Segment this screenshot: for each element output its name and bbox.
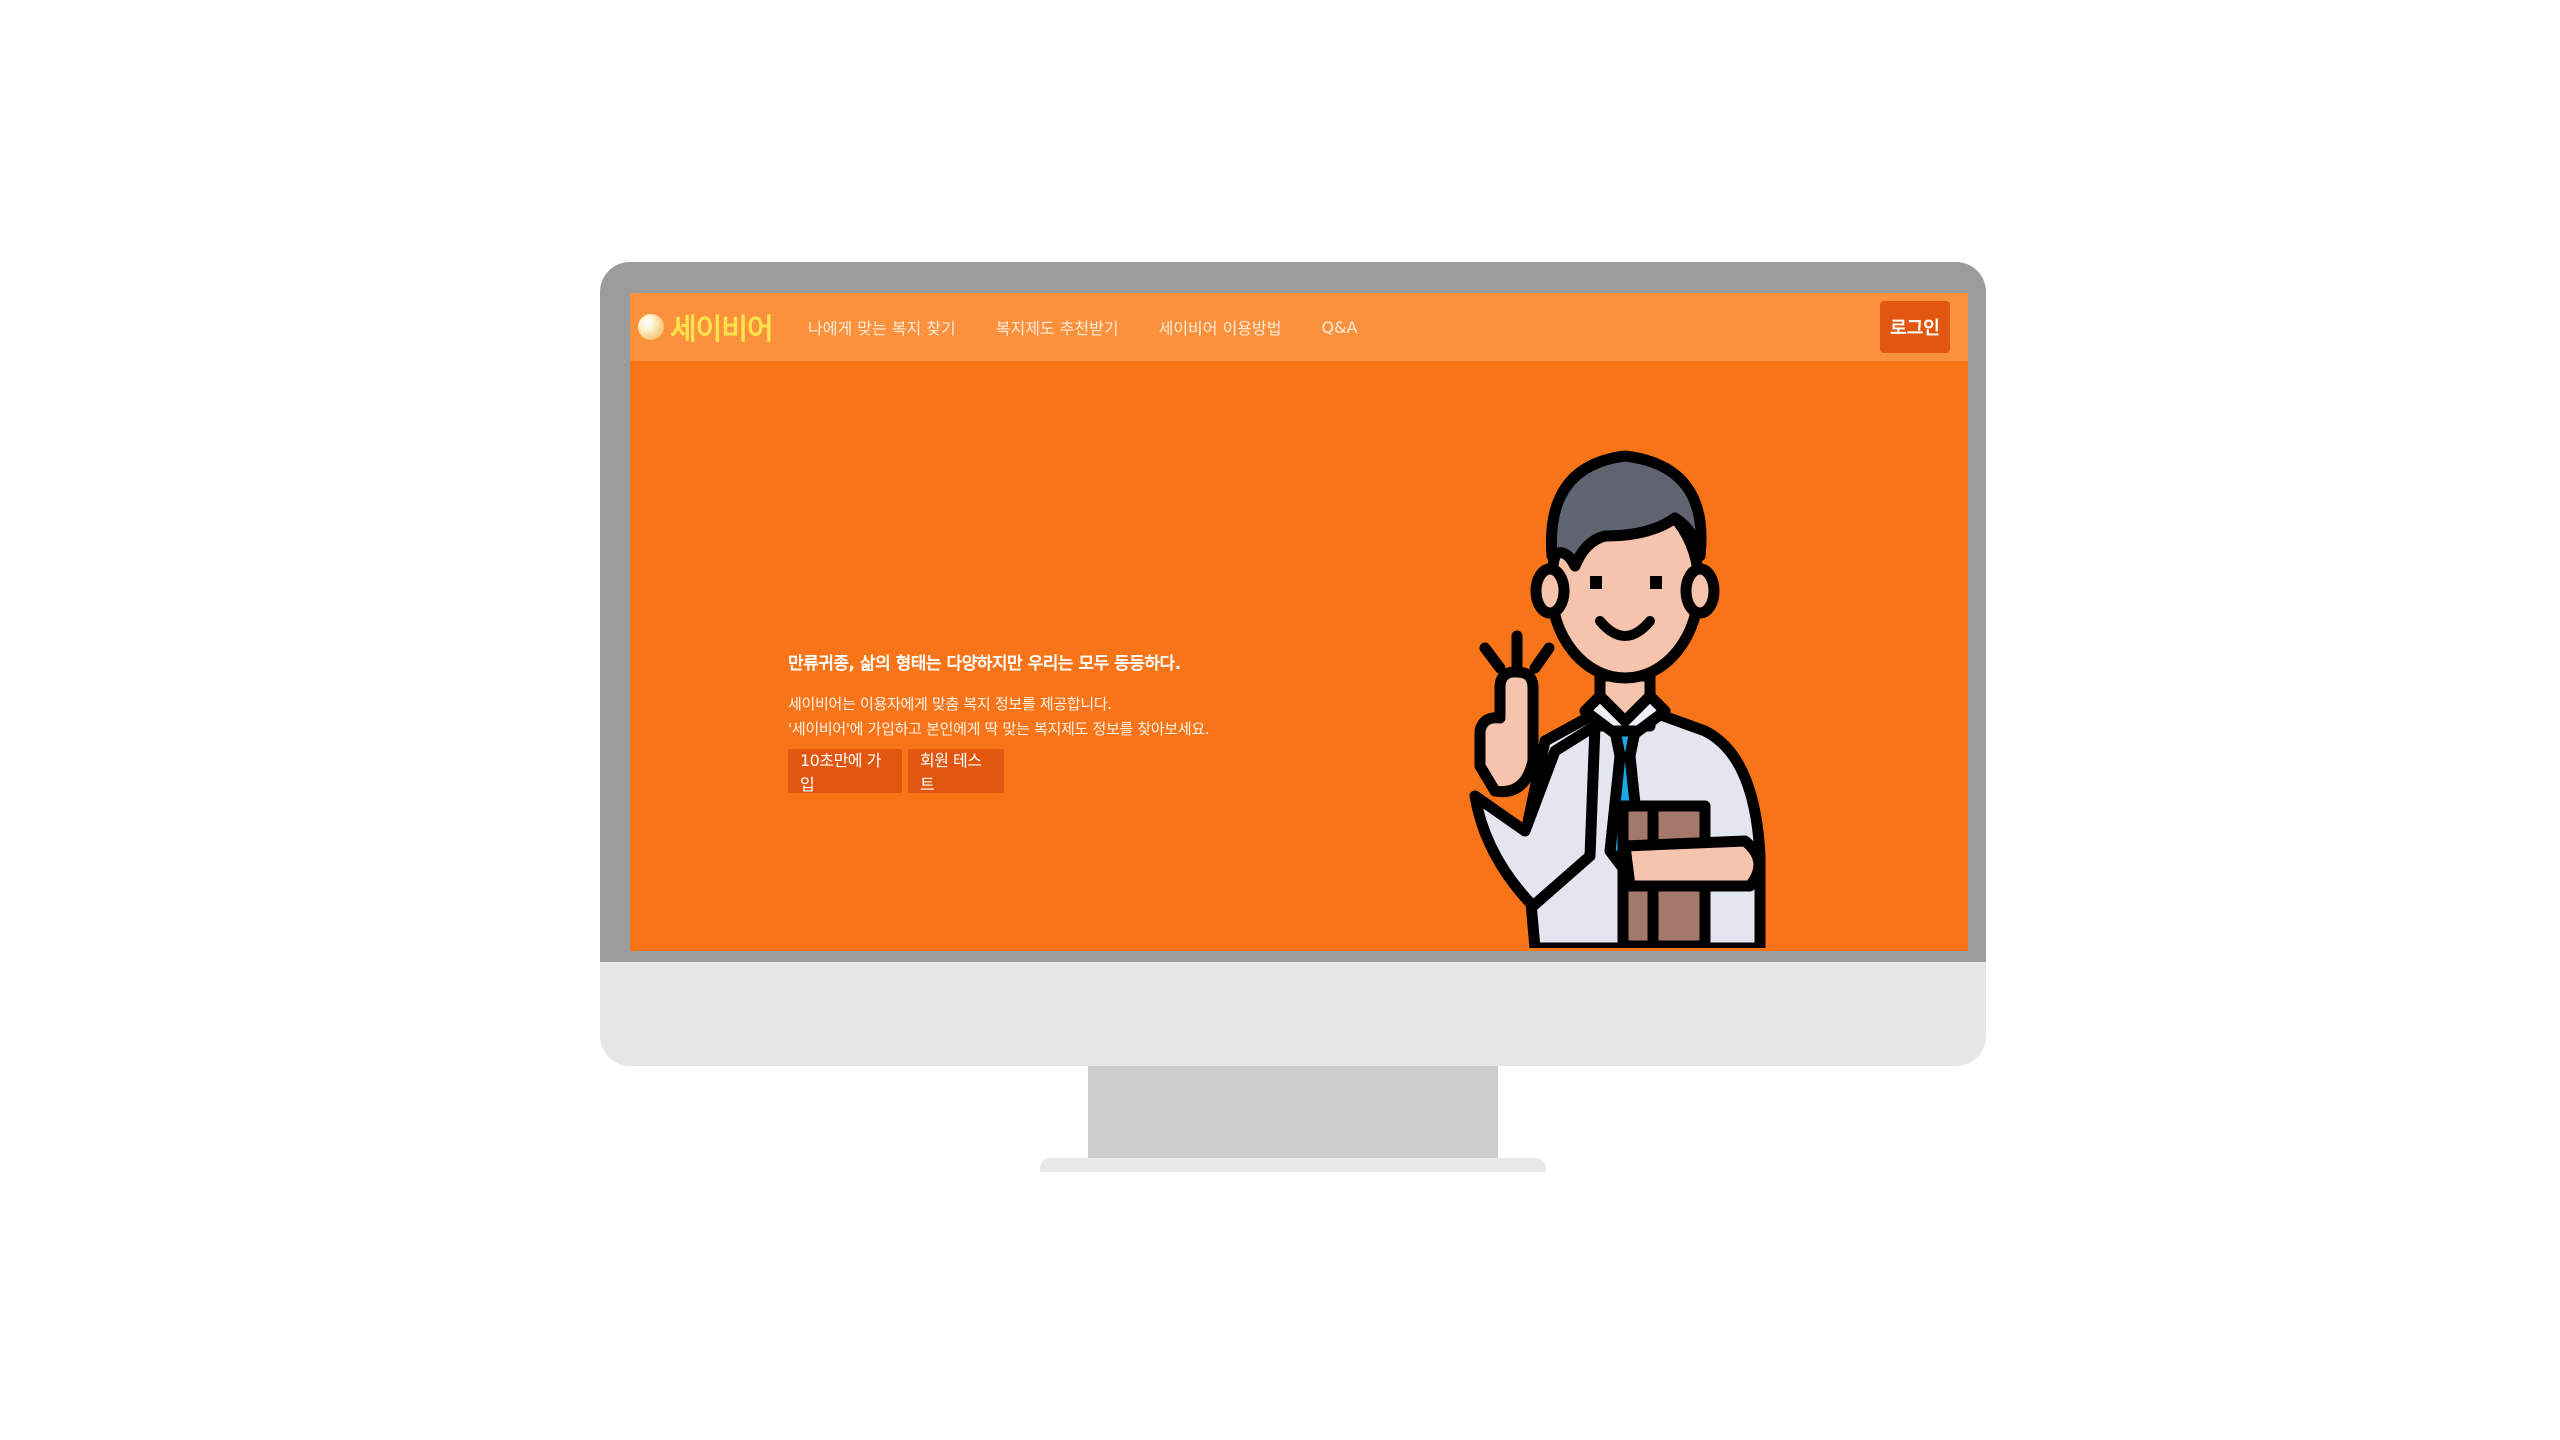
logo-text: 세이비어 [670,312,774,346]
hero-buttons: 10초만에 가입 회원 테스트 [788,749,1010,794]
main-nav: 나에게 맞는 복지 찾기 복지제도 추천받기 세이비어 이용방법 Q&A [808,293,1397,361]
hero-headline: 만류귀종, 삶의 형태는 다양하지만 우리는 모두 동등하다. [788,654,1181,674]
monitor-stand [1088,1066,1498,1158]
hero-description: 세이비어는 이용자에게 맞춤 복지 정보를 제공합니다. '세이비어'에 가입하… [788,692,1308,742]
logo-orb-icon [638,314,664,340]
signup-button[interactable]: 10초만에 가입 [788,749,902,794]
site-header: 세이비어 나에게 맞는 복지 찾기 복지제도 추천받기 세이비어 이용방법 Q&… [630,293,1968,361]
monitor-chin [600,962,1986,1066]
hero-text-block: 만류귀종, 삶의 형태는 다양하지만 우리는 모두 동등하다. 세이비어는 이용… [788,649,1308,742]
hero-desc-line-2: '세이비어'에 가입하고 본인에게 딱 맞는 복지제도 정보를 찾아보세요. [788,720,1210,738]
businessman-illustration [1469,450,1766,948]
nav-item-recommend[interactable]: 복지제도 추천받기 [996,315,1119,339]
login-button[interactable]: 로그인 [1880,301,1950,353]
monitor-stand-base [1040,1158,1546,1172]
nav-item-how-to-use[interactable]: 세이비어 이용방법 [1159,315,1282,339]
monitor-screen: 세이비어 나에게 맞는 복지 찾기 복지제도 추천받기 세이비어 이용방법 Q&… [630,293,1968,951]
nav-item-find-welfare[interactable]: 나에게 맞는 복지 찾기 [808,315,956,339]
hero-desc-line-1: 세이비어는 이용자에게 맞춤 복지 정보를 제공합니다. [788,695,1112,713]
site-logo[interactable]: 세이비어 [638,307,774,347]
member-test-button[interactable]: 회원 테스트 [908,749,1004,794]
nav-item-qna[interactable]: Q&A [1321,318,1357,337]
